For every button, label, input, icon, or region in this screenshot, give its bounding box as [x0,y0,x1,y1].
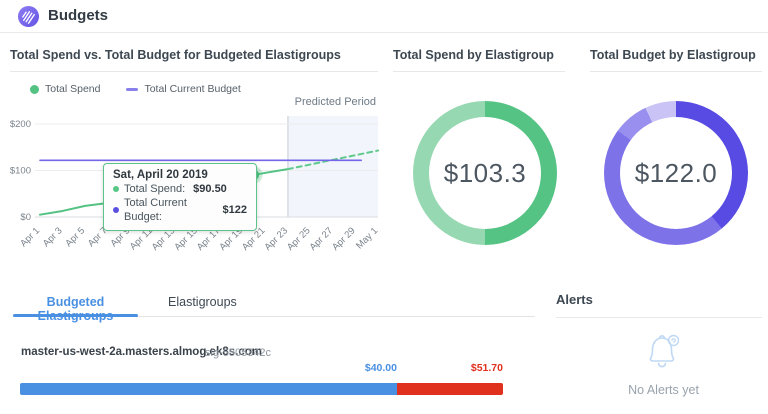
y-axis-tick-label: $100 [10,166,31,177]
line-chart-title: Total Spend vs. Total Budget for Budgete… [10,48,341,62]
legend-label: Total Spend [45,83,100,95]
tooltip-row-budget: Total Current Budget: $122 [113,196,247,224]
donut-hole: $122.0 [620,117,732,229]
donut-hole: $103.3 [429,117,541,229]
y-axis-tick-label: $0 [20,212,31,223]
total-budget-donut-chart: $122.0 [604,101,748,245]
x-axis-tick-label: Apr 3 [41,225,65,249]
line-chart-title-divider [10,71,378,72]
spend-donut-divider [393,71,565,72]
spend-amount-label: $40.00 [365,362,397,374]
total-budget-value: $122.0 [635,158,718,189]
x-axis-tick-label: May 1 [354,225,380,251]
tab-elastigroups[interactable]: Elastigroups [168,290,237,335]
budget-bullet-icon [113,207,119,213]
alerts-divider [556,317,762,318]
tooltip-row-spend: Total Spend: $90.50 [113,182,247,196]
legend-item-total-current-budget[interactable]: Total Current Budget [126,83,240,95]
total-spend-value: $103.3 [444,158,527,189]
alerts-title: Alerts [556,292,593,307]
budget-dash-icon [126,88,138,91]
tooltip-label: Total Current Budget: [124,196,215,224]
tooltip-value: $90.50 [193,182,227,196]
x-axis-tick-label: Apr 29 [330,225,358,253]
predicted-period-label: Predicted Period [250,96,376,108]
spend-donut-title: Total Spend by Elastigroup [393,48,554,62]
total-spend-donut-chart: $103.3 [413,101,557,245]
y-axis-tick-label: $200 [10,119,31,130]
budget-bar-track [20,383,503,395]
page-title: Budgets [48,7,108,24]
chart-legend: Total Spend Total Current Budget [30,83,241,95]
tooltip-value: $122 [223,203,247,217]
overspend-amount-label: $51.70 [471,362,503,374]
bottom-tabs: Budgeted Elastigroups Elastigroups [13,290,237,335]
header: Budgets [0,0,768,33]
legend-label: Total Current Budget [144,83,240,95]
budget-bar-over-segment [397,383,503,395]
tab-budgeted-elastigroups[interactable]: Budgeted Elastigroups [13,290,138,335]
x-axis-tick-label: Apr 27 [308,225,336,253]
budget-usage-bar: $40.00 $51.70 [20,362,503,396]
budget-bar-spend-segment [20,383,397,395]
bell-icon [637,330,689,376]
legend-item-total-spend[interactable]: Total Spend [30,83,100,95]
budget-donut-divider [590,71,762,72]
tooltip-date: Sat, April 20 2019 [113,169,247,181]
spend-bullet-icon [113,186,119,192]
chart-tooltip: Sat, April 20 2019 Total Spend: $90.50 T… [103,163,257,231]
x-axis-tick-label: Apr 25 [285,225,313,253]
active-tab-underline [13,314,138,317]
total-spend-dot-icon [30,85,39,94]
tooltip-label: Total Spend: [124,182,185,196]
budgets-page: Budgets Total Spend vs. Total Budget for… [0,0,768,414]
x-axis-tick-label: Apr 5 [63,225,87,249]
elastigroup-sig-id: sig-5505342c [205,347,271,359]
x-axis-tick-label: Apr 23 [262,225,290,253]
no-alerts-text: No Alerts yet [586,383,741,397]
x-axis-tick-label: Apr 1 [18,225,42,249]
spotinst-logo-icon[interactable] [17,5,40,28]
budget-donut-title: Total Budget by Elastigroup [590,48,756,62]
